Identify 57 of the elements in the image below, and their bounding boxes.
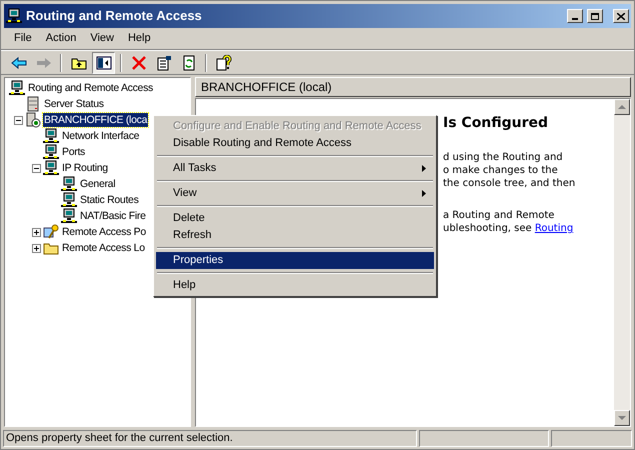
maximize-icon [591,12,599,20]
tree-item[interactable]: Static Routes [79,193,140,207]
menu-item[interactable]: Help [120,30,158,47]
tree-item[interactable]: NAT/Basic Fire [79,209,147,223]
menu-item[interactable]: File [7,30,39,47]
server-status-icon [25,112,41,128]
tree-item[interactable]: General [79,177,116,191]
menu-item[interactable]: All Tasks [156,160,434,177]
collapse-icon[interactable] [32,164,41,172]
menu-item[interactable]: Disable Routing and Remote Access [156,135,434,152]
menu-item[interactable]: Refresh [156,227,434,244]
tree-item[interactable]: Remote Access Lo [61,241,146,255]
computer-icon [9,80,25,96]
details-heading: Is Configured [443,114,550,132]
computer-icon [43,144,59,160]
maximize-button[interactable] [587,9,603,23]
menu-item[interactable]: Help [156,277,434,294]
menu-item[interactable]: View [156,185,434,202]
server-icon [25,96,41,112]
menu-item[interactable]: Properties [156,252,434,269]
details-text: a Routing and Remote [443,210,554,221]
tree-item[interactable]: Server Status [43,97,105,111]
scroll-down-button[interactable] [614,410,630,426]
tree-item[interactable]: Remote Access Po [61,225,147,239]
window-title: Routing and Remote Access [26,7,203,26]
menu-item[interactable]: Delete [156,210,434,227]
computer-icon [61,176,77,192]
collapse-icon[interactable] [14,116,23,124]
close-button[interactable] [613,9,629,23]
minimize-icon [572,18,578,20]
tree-item[interactable]: Ports [61,145,86,159]
details-text: d using the Routing and [443,152,563,163]
tree-item[interactable]: BRANCHOFFICE (loca [43,113,148,127]
computer-icon [61,208,77,224]
tree-item[interactable]: Routing and Remote Access [27,81,154,95]
menu-item[interactable]: Action [38,30,84,47]
details-text: the console tree, and then [443,178,576,189]
computer-icon [6,8,22,24]
vertical-scrollbar[interactable] [614,99,630,426]
computer-icon [43,128,59,144]
show-tree-icon[interactable] [92,52,115,74]
menu-item[interactable]: View [83,30,121,47]
scroll-up-button[interactable] [614,99,630,115]
computer-icon [61,192,77,208]
tree-item[interactable]: Network Interface [61,129,140,143]
tree-item[interactable]: IP Routing [61,161,109,175]
minimize-button[interactable] [567,9,583,23]
expand-icon[interactable] [32,244,41,252]
details-text: ubleshooting, see [443,223,533,234]
status-text: Opens property sheet for the current selection. [6,431,233,446]
pane-header: BRANCHOFFICE (local) [201,79,332,96]
key-document-icon [43,224,59,240]
close-icon [617,12,625,20]
routing-link[interactable]: Routing [534,223,574,234]
details-text: o make changes to the [443,165,558,176]
expand-icon[interactable] [32,228,41,236]
computer-icon [43,160,59,176]
